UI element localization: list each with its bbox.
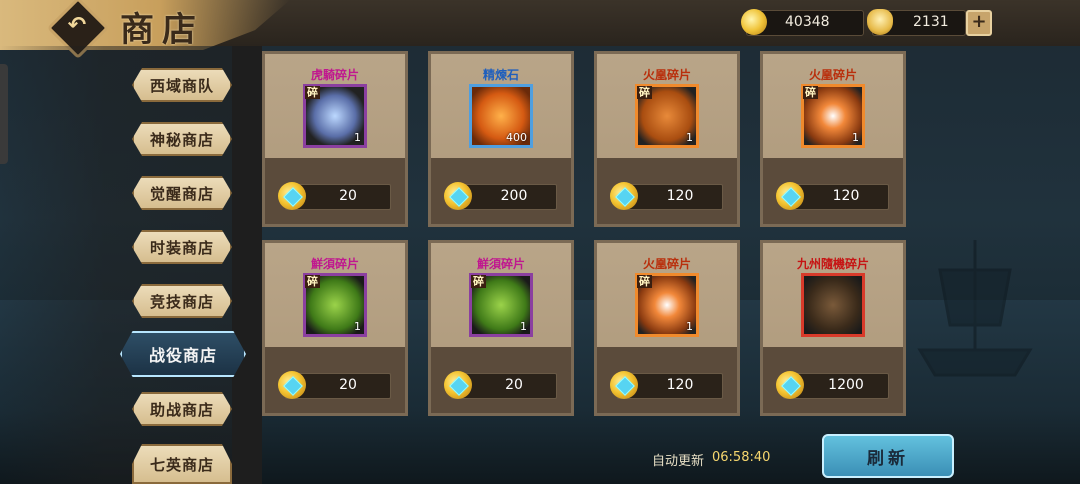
item-name: 鮮須碎片 bbox=[310, 257, 359, 271]
gem-icon bbox=[615, 376, 635, 396]
fragment-tag: 碎 bbox=[305, 86, 320, 99]
price-box[interactable]: 1200 bbox=[776, 371, 889, 399]
item-name: 火凰碎片 bbox=[642, 257, 691, 271]
ring-icon[interactable]: 碎1 bbox=[303, 84, 367, 148]
green-ribbon-icon[interactable]: 碎1 bbox=[469, 273, 533, 337]
auto-refresh-label: 自动更新 bbox=[652, 454, 705, 469]
refresh-button[interactable]: 刷新 bbox=[822, 434, 954, 478]
sidebar-item-heroes[interactable]: 七英商店 bbox=[132, 444, 232, 484]
item-price: 20 bbox=[505, 377, 523, 393]
item-name: 火凰碎片 bbox=[642, 68, 691, 82]
ribbon-icon[interactable]: 碎1 bbox=[635, 84, 699, 148]
edge-handle[interactable] bbox=[0, 64, 8, 164]
ship-silhouette bbox=[917, 240, 1033, 377]
item-price: 120 bbox=[666, 377, 694, 393]
shop-item-card[interactable]: 火凰碎片碎 1 120 bbox=[760, 51, 906, 227]
shop-item-card[interactable]: 九州隨機碎片 1200 bbox=[760, 240, 906, 416]
shop-item-card[interactable]: 鮮須碎片碎 1 20 bbox=[428, 240, 574, 416]
fragment-tag: 碎 bbox=[305, 275, 320, 288]
item-name: 精煉石 bbox=[482, 68, 519, 82]
silver-currency: 40348 bbox=[741, 9, 864, 36]
item-price: 20 bbox=[339, 188, 357, 204]
diamond-coin-icon bbox=[776, 371, 804, 399]
gem-icon bbox=[781, 376, 801, 396]
item-price: 200 bbox=[500, 188, 528, 204]
fragment-tag: 碎 bbox=[637, 275, 652, 288]
item-name: 虎騎碎片 bbox=[310, 68, 359, 82]
sidebar-item-arena[interactable]: 竞技商店 bbox=[132, 284, 232, 318]
item-price: 1200 bbox=[828, 377, 864, 393]
green-ribbon-icon[interactable]: 碎1 bbox=[303, 273, 367, 337]
shop-item-card[interactable]: 鮮須碎片碎 1 20 bbox=[262, 240, 408, 416]
price-box[interactable]: 20 bbox=[444, 371, 557, 399]
diamond-coin-icon bbox=[610, 371, 638, 399]
random-fragment-icon[interactable] bbox=[801, 273, 865, 337]
fragment-tag: 碎 bbox=[471, 275, 486, 288]
price-box[interactable]: 20 bbox=[278, 182, 391, 210]
price-box[interactable]: 120 bbox=[776, 182, 889, 210]
gem-icon bbox=[283, 187, 303, 207]
item-name: 火凰碎片 bbox=[808, 68, 857, 82]
back-arrow-icon[interactable]: ↶ bbox=[60, 8, 94, 42]
sidebar-divider bbox=[232, 46, 262, 484]
item-quantity: 1 bbox=[520, 320, 527, 333]
gold-amount: 2131 bbox=[913, 14, 949, 30]
item-quantity: 1 bbox=[852, 131, 859, 144]
diamond-coin-icon bbox=[278, 371, 306, 399]
item-quantity: 1 bbox=[354, 320, 361, 333]
auto-refresh-time: 06:58:40 bbox=[712, 450, 771, 465]
bracelet-icon[interactable]: 碎1 bbox=[635, 273, 699, 337]
sidebar-item-xiyu[interactable]: 西域商队 bbox=[132, 68, 232, 102]
diamond-coin-icon bbox=[278, 182, 306, 210]
fragment-tag: 碎 bbox=[637, 86, 652, 99]
price-box[interactable]: 200 bbox=[444, 182, 557, 210]
bracelet-icon[interactable]: 碎1 bbox=[801, 84, 865, 148]
refining-stone-icon[interactable]: 400 bbox=[469, 84, 533, 148]
diamond-coin-icon bbox=[444, 182, 472, 210]
diamond-coin-icon bbox=[610, 182, 638, 210]
gold-currency: 2131 bbox=[867, 9, 966, 36]
add-gold-button[interactable]: + bbox=[966, 10, 992, 36]
gem-icon bbox=[615, 187, 635, 207]
gem-icon bbox=[449, 187, 469, 207]
price-box[interactable]: 120 bbox=[610, 371, 723, 399]
gold-ingot-icon bbox=[867, 9, 893, 35]
item-price: 120 bbox=[666, 188, 694, 204]
item-quantity: 400 bbox=[506, 131, 527, 144]
price-box[interactable]: 20 bbox=[278, 371, 391, 399]
sidebar-item-fashion[interactable]: 时装商店 bbox=[132, 230, 232, 264]
gem-icon bbox=[449, 376, 469, 396]
gem-icon bbox=[781, 187, 801, 207]
page-title: 商店 bbox=[120, 10, 204, 50]
shop-item-card[interactable]: 火凰碎片碎 1 120 bbox=[594, 240, 740, 416]
item-quantity: 1 bbox=[686, 320, 693, 333]
diamond-coin-icon bbox=[444, 371, 472, 399]
item-name: 鮮須碎片 bbox=[476, 257, 525, 271]
sidebar-item-awaken[interactable]: 觉醒商店 bbox=[132, 176, 232, 210]
sidebar-item-assist[interactable]: 助战商店 bbox=[132, 392, 232, 426]
diamond-coin-icon bbox=[741, 9, 767, 35]
silver-amount: 40348 bbox=[785, 14, 830, 30]
price-box[interactable]: 120 bbox=[610, 182, 723, 210]
gem-icon bbox=[283, 376, 303, 396]
item-price: 20 bbox=[339, 377, 357, 393]
shop-item-card[interactable]: 虎騎碎片碎 1 20 bbox=[262, 51, 408, 227]
diamond-coin-icon bbox=[776, 182, 804, 210]
shop-item-card[interactable]: 火凰碎片碎 1 120 bbox=[594, 51, 740, 227]
sidebar-item-mystery[interactable]: 神秘商店 bbox=[132, 122, 232, 156]
item-name: 九州隨機碎片 bbox=[796, 257, 869, 271]
shop-item-card[interactable]: 精煉石 400 200 bbox=[428, 51, 574, 227]
item-quantity: 1 bbox=[354, 131, 361, 144]
item-price: 120 bbox=[832, 188, 860, 204]
item-quantity: 1 bbox=[686, 131, 693, 144]
fragment-tag: 碎 bbox=[803, 86, 818, 99]
sidebar-item-campaign[interactable]: 战役商店 bbox=[120, 331, 246, 377]
